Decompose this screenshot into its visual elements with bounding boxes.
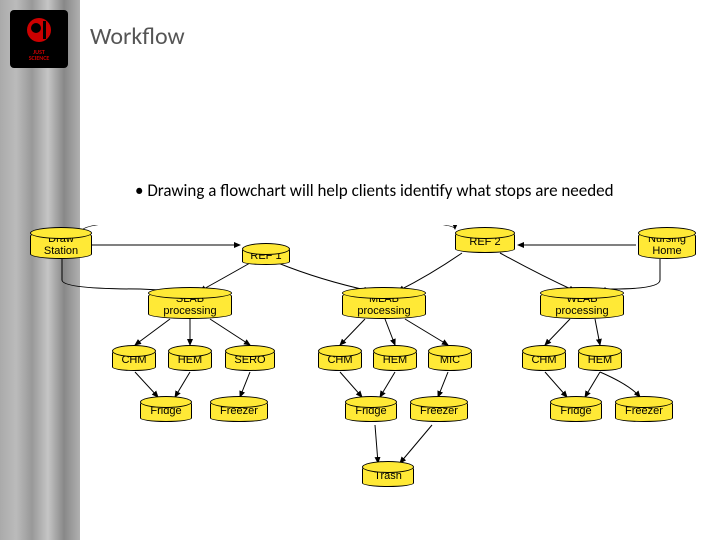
logo-icon xyxy=(21,17,57,47)
node-m-fridge: Fridge xyxy=(345,400,397,422)
node-ref2: REF 2 xyxy=(455,231,515,253)
node-m-hem: HEM xyxy=(373,349,417,371)
flowchart: Draw Station REF 1 REF 2 Nursing Home SL… xyxy=(0,225,720,535)
node-nursing-home: Nursing Home xyxy=(638,231,696,259)
node-trash: Trash xyxy=(362,465,414,487)
node-w-chm: CHM xyxy=(522,349,566,371)
node-m-freezer: Freezer xyxy=(410,400,468,422)
node-slab: SLAB processing xyxy=(148,291,232,319)
node-m-mic: MIC xyxy=(428,349,472,371)
node-s-chm: CHM xyxy=(112,349,156,371)
node-s-sero: SERO xyxy=(225,349,275,371)
connectors xyxy=(0,225,720,535)
node-ref1: REF 1 xyxy=(242,247,290,265)
logo-text-2: SCIENCE xyxy=(29,54,50,62)
node-w-hem: HEM xyxy=(578,349,622,371)
node-wlab: WLAB processing xyxy=(540,291,624,319)
node-draw-station: Draw Station xyxy=(30,231,92,259)
bullet-text: Drawing a flowchart will help clients id… xyxy=(135,180,614,201)
node-m-chm: CHM xyxy=(318,349,362,371)
page-title: Workflow xyxy=(90,22,185,51)
node-mlab: MLAB processing xyxy=(342,291,426,319)
node-s-hem: HEM xyxy=(168,349,212,371)
node-s-freezer: Freezer xyxy=(210,400,268,422)
node-s-fridge: Fridge xyxy=(140,400,192,422)
node-w-fridge: Fridge xyxy=(550,400,602,422)
node-w-freezer: Freezer xyxy=(615,400,673,422)
logo: JUST SCIENCE xyxy=(10,10,68,68)
